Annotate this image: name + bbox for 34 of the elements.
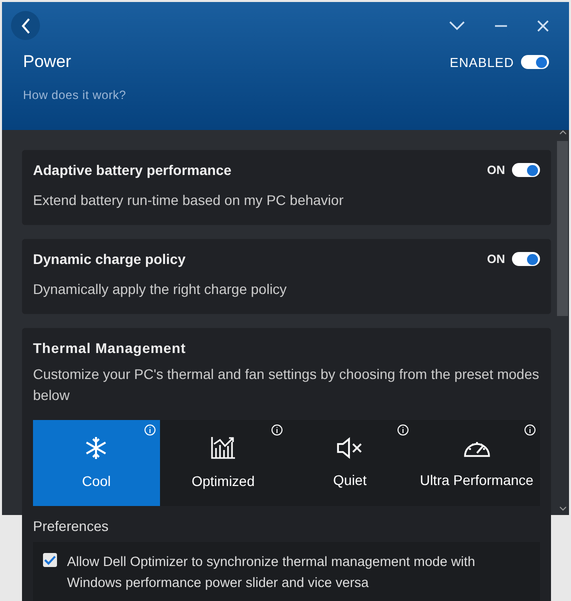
enabled-toggle[interactable]: [521, 55, 549, 69]
help-link[interactable]: How does it work?: [23, 88, 126, 102]
feature-title: Dynamic charge policy: [33, 251, 186, 267]
toggle-state-label: ON: [487, 252, 505, 266]
sync-checkbox[interactable]: [43, 553, 57, 567]
close-icon[interactable]: [537, 20, 549, 32]
scroll-up-icon[interactable]: [558, 130, 566, 135]
mode-tile[interactable]: Quiet: [286, 420, 414, 506]
chevron-down-icon[interactable]: [449, 20, 465, 30]
feature-toggle[interactable]: [512, 163, 540, 177]
feature-description: Dynamically apply the right charge policy: [33, 280, 288, 299]
snowflake-icon: [84, 436, 108, 460]
mute-icon: [336, 436, 364, 458]
back-button[interactable]: [11, 11, 40, 40]
scrollbar-thumb[interactable]: [557, 141, 568, 316]
enabled-label: ENABLED: [450, 54, 514, 70]
feature-description: Extend battery run-time based on my PC behavior: [33, 191, 344, 210]
feature-toggle[interactable]: [512, 252, 540, 266]
thermal-description: Customize your PC's thermal and fan settings by choosing from the preset modes below: [33, 365, 540, 405]
info-icon[interactable]: [397, 424, 410, 436]
preference-label: Allow Dell Optimizer to synchronize thermal management mode with Windows performance power slider and vice versa: [67, 553, 476, 592]
mode-tile[interactable]: Cool: [33, 420, 160, 506]
chart-icon: [210, 436, 236, 460]
thermal-title: Thermal Management: [33, 340, 187, 356]
toggle-state-label: ON: [487, 163, 505, 177]
feature-title: Adaptive battery performance: [33, 162, 232, 178]
preferences-title: Preferences: [33, 518, 110, 534]
scroll-down-icon[interactable]: [558, 506, 566, 511]
mode-tile[interactable]: Optimized: [160, 420, 286, 506]
mode-tile[interactable]: Ultra Performance: [413, 420, 540, 506]
page-title: Power: [23, 52, 72, 72]
info-icon[interactable]: [270, 424, 282, 436]
minimize-icon[interactable]: [495, 24, 507, 28]
info-icon[interactable]: [524, 424, 536, 436]
